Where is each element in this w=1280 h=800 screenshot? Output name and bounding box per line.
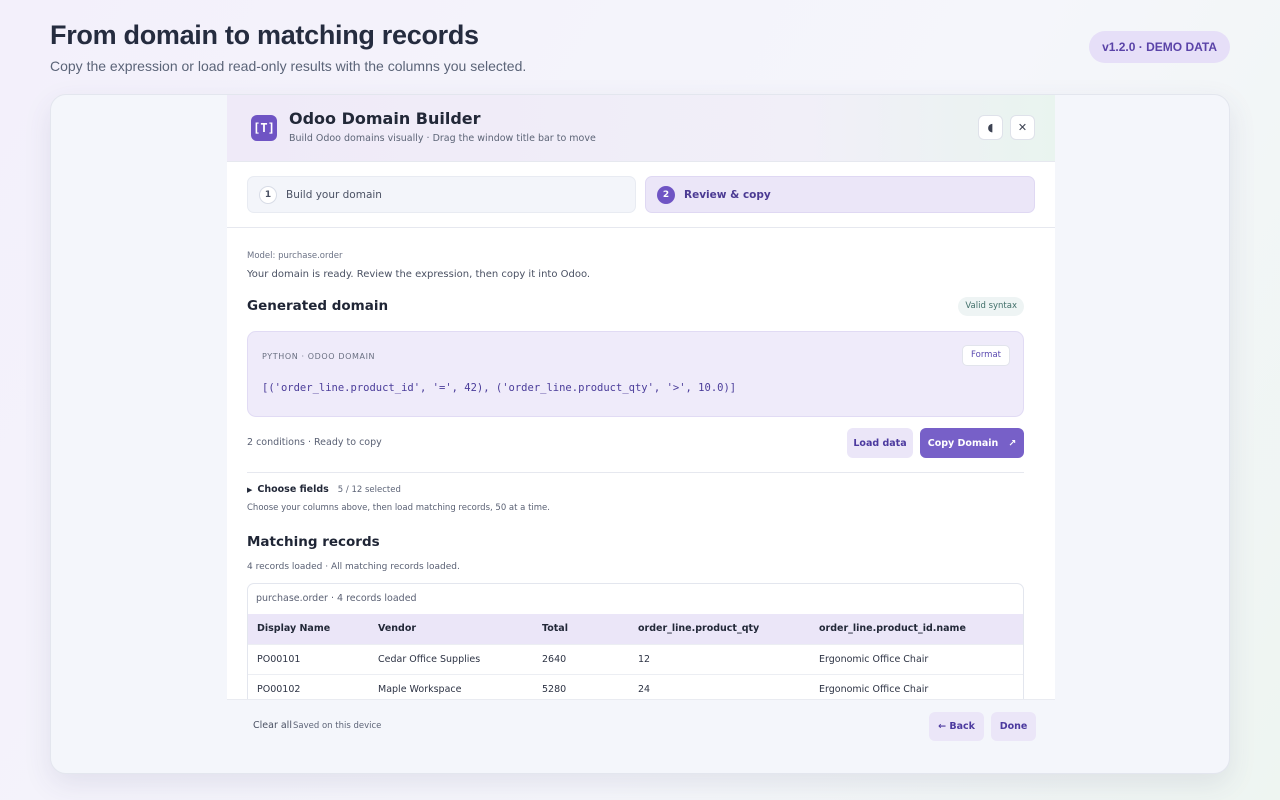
step-label: Review & copy xyxy=(684,188,771,201)
copy-domain-button[interactable]: Copy Domain ↗ xyxy=(920,428,1024,458)
version-badge: v1.2.0 · DEMO DATA xyxy=(1089,31,1230,63)
step-label: Build your domain xyxy=(286,188,382,201)
table-cell: PO00101 xyxy=(248,643,369,674)
column-header[interactable]: Display Name xyxy=(248,614,369,644)
saved-status: Saved on this device xyxy=(293,721,382,731)
done-button[interactable]: Done xyxy=(991,712,1036,741)
domain-builder-window: [T] Odoo Domain Builder Build Odoo domai… xyxy=(227,95,1055,773)
page-subtitle: Copy the expression or load read-only re… xyxy=(50,58,527,74)
records-table-container[interactable]: purchase.order · 4 records loaded Displa… xyxy=(247,583,1024,713)
close-button[interactable]: ✕ xyxy=(1010,115,1035,140)
window-title-bar[interactable]: [T] Odoo Domain Builder Build Odoo domai… xyxy=(227,95,1055,162)
close-icon: ✕ xyxy=(1017,121,1028,134)
table-cell: 12 xyxy=(629,643,810,674)
records-table: Display Name Vendor Total order_line.pro… xyxy=(248,614,1023,704)
copy-domain-label: Copy Domain xyxy=(927,437,999,449)
column-header[interactable]: order_line.product_id.name xyxy=(810,614,1023,644)
choose-fields-label: Choose fields xyxy=(257,484,329,495)
app-subtitle: Build Odoo domains visually · Drag the w… xyxy=(289,133,596,144)
table-header-row: Display Name Vendor Total order_line.pro… xyxy=(248,614,1023,644)
format-button[interactable]: Format xyxy=(962,345,1010,366)
table-cell: Cedar Office Supplies xyxy=(369,643,533,674)
app-logo-icon: [T] xyxy=(251,115,277,141)
records-status: 4 records loaded · All matching records … xyxy=(247,562,460,572)
table-cell: Ergonomic Office Chair xyxy=(810,643,1023,674)
generated-domain-title: Generated domain xyxy=(247,298,389,314)
column-header[interactable]: order_line.product_qty xyxy=(629,614,810,644)
window-footer: Clear all Saved on this device ← Back Do… xyxy=(227,699,1055,773)
step-build-domain[interactable]: 1 Build your domain xyxy=(247,176,636,213)
load-data-button[interactable]: Load data xyxy=(847,428,913,458)
ready-message: Your domain is ready. Review the express… xyxy=(247,269,591,280)
fields-hint: Choose your columns above, then load mat… xyxy=(247,503,550,513)
preview-frame: [T] Odoo Domain Builder Build Odoo domai… xyxy=(50,94,1230,774)
divider xyxy=(247,472,1024,473)
external-arrow-icon: ↗ xyxy=(1008,437,1017,449)
step-number: 1 xyxy=(259,185,277,204)
divider xyxy=(227,227,1055,228)
domain-expression: [('order_line.product_id', '=', 42), ('o… xyxy=(262,382,737,394)
app-title: Odoo Domain Builder xyxy=(289,109,481,128)
theme-toggle-button[interactable]: ◖ xyxy=(978,115,1003,140)
step-number: 2 xyxy=(657,185,675,204)
back-button[interactable]: ← Back xyxy=(929,712,984,741)
column-header[interactable]: Vendor xyxy=(369,614,533,644)
fields-count: 5 / 12 selected xyxy=(337,484,401,495)
table-cell: 2640 xyxy=(533,643,629,674)
column-header[interactable]: Total xyxy=(533,614,629,644)
domain-code-box: PYTHON · ODOO DOMAIN Format [('order_lin… xyxy=(247,331,1024,417)
table-caption: purchase.order · 4 records loaded xyxy=(256,593,417,604)
step-review-copy[interactable]: 2 Review & copy xyxy=(645,176,1035,213)
caret-right-icon: ▶ xyxy=(247,485,253,494)
clear-all-button[interactable]: Clear all xyxy=(253,720,292,731)
model-label: Model: purchase.order xyxy=(247,251,343,261)
page-title: From domain to matching records xyxy=(50,20,479,50)
table-row[interactable]: PO00101 Cedar Office Supplies 2640 12 Er… xyxy=(248,643,1023,674)
half-moon-icon: ◖ xyxy=(987,121,994,134)
matching-records-title: Matching records xyxy=(247,534,380,550)
choose-fields-toggle[interactable]: ▶ Choose fields 5 / 12 selected xyxy=(247,484,401,495)
valid-syntax-badge: Valid syntax xyxy=(958,297,1024,316)
conditions-status: 2 conditions · Ready to copy xyxy=(247,437,382,448)
code-language-label: PYTHON · ODOO DOMAIN xyxy=(262,352,376,361)
